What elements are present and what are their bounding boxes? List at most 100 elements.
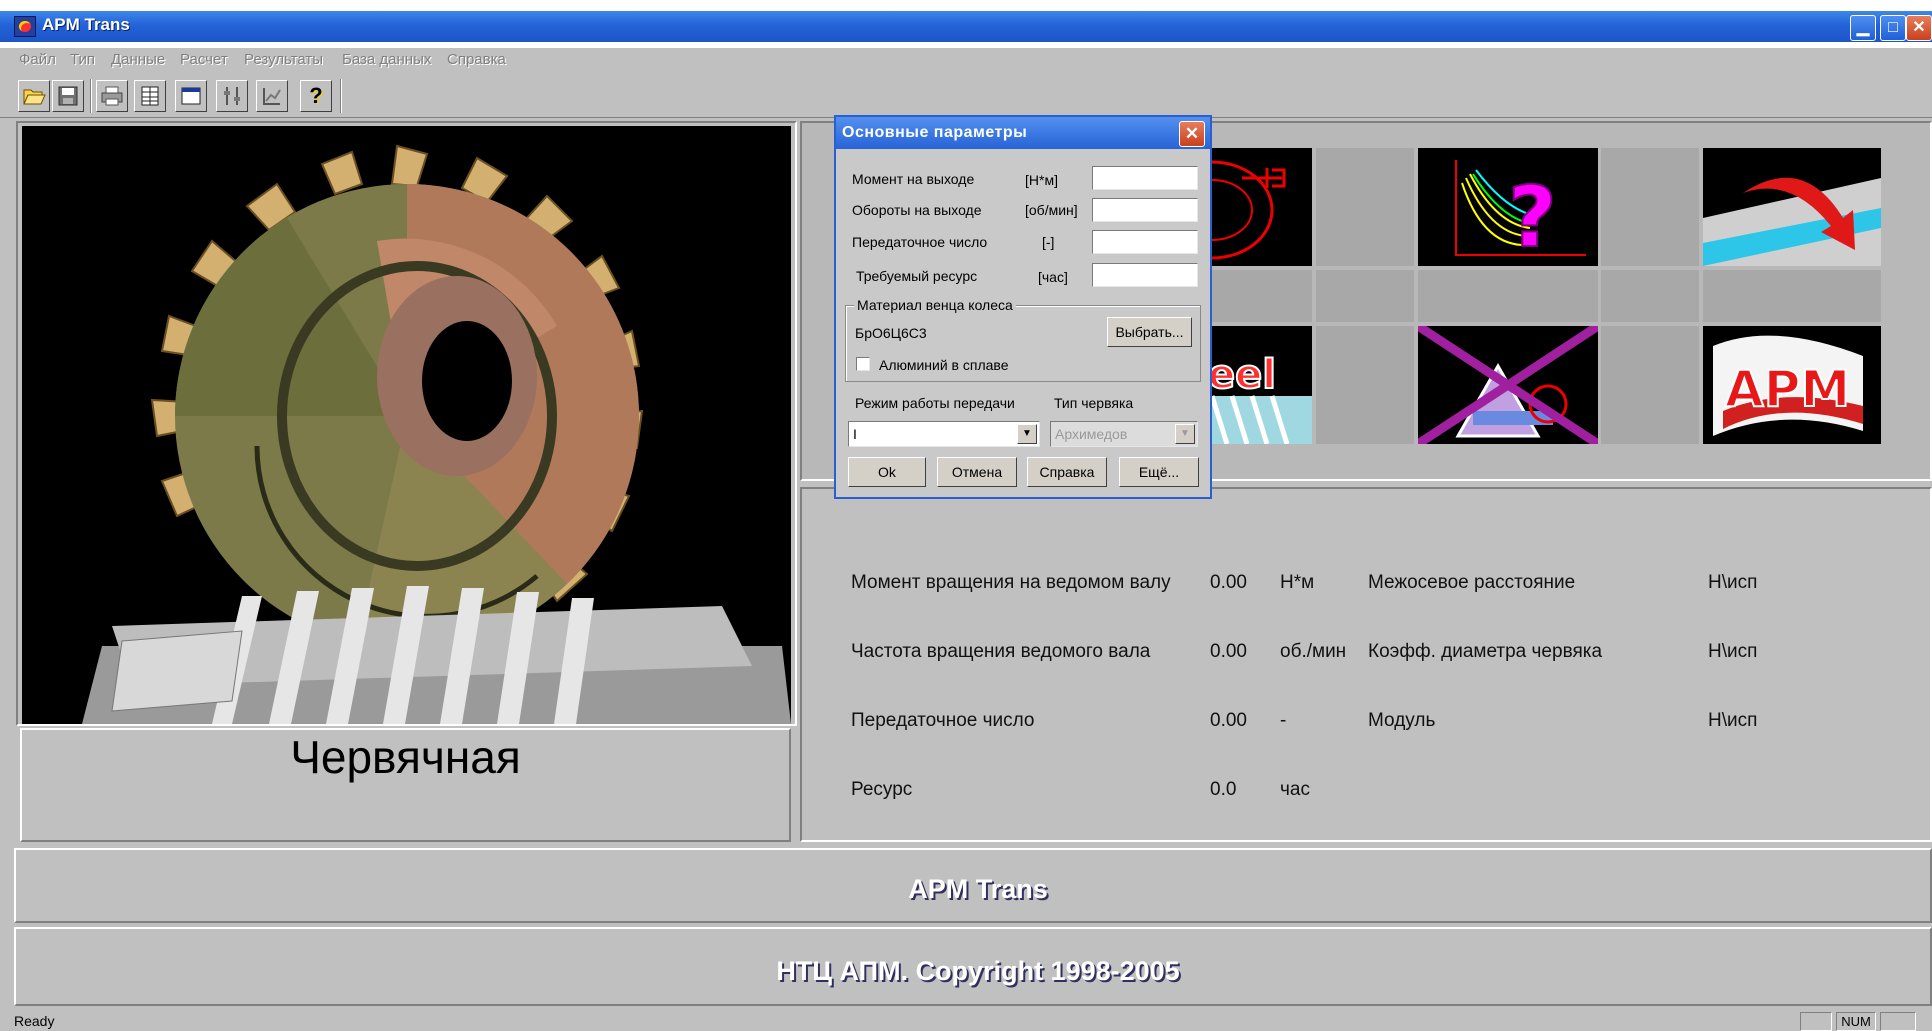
save-icon[interactable] bbox=[52, 80, 84, 112]
footer-app-name: APM Trans bbox=[908, 874, 1048, 904]
result-torque-value: 0.00 bbox=[1210, 572, 1247, 593]
worm-type-select: Архимедов ▼ bbox=[1050, 421, 1198, 447]
steel-thumbnail[interactable]: eel bbox=[1212, 326, 1312, 444]
required-resource-unit: [час] bbox=[1038, 269, 1068, 285]
result-speed-value: 0.00 bbox=[1210, 641, 1247, 662]
wheel-material-value: БрО6Ц6С3 bbox=[855, 325, 927, 341]
window-titlebar[interactable] bbox=[0, 11, 1932, 42]
apm-logo: APM bbox=[1725, 360, 1850, 418]
maximize-button[interactable]: □ bbox=[1880, 15, 1906, 41]
menu-database[interactable]: База данных bbox=[342, 48, 431, 72]
output-speed-label: Обороты на выходе bbox=[852, 202, 982, 218]
steel-logo: eel bbox=[1212, 352, 1276, 398]
chevron-down-icon: ▼ bbox=[1175, 424, 1195, 444]
menu-type[interactable]: Тип bbox=[70, 48, 95, 72]
footer-copyright: НТЦ АПМ. Copyright 1998-2005 bbox=[776, 956, 1180, 986]
menu-file[interactable]: Файл bbox=[19, 48, 56, 72]
print-icon[interactable] bbox=[96, 80, 128, 112]
output-torque-input[interactable] bbox=[1092, 166, 1198, 190]
graph-help-thumbnail[interactable]: ? bbox=[1418, 148, 1598, 266]
gallery-tile bbox=[1212, 270, 1312, 322]
result-resource-unit: час bbox=[1280, 779, 1310, 800]
open-icon[interactable] bbox=[18, 80, 50, 112]
toolbar-separator bbox=[340, 79, 342, 113]
bearing-thumbnail[interactable] bbox=[1703, 148, 1881, 266]
result-center-distance-value: Н\исп bbox=[1708, 572, 1758, 593]
status-text: Ready bbox=[14, 1013, 55, 1029]
data-table-icon[interactable] bbox=[134, 80, 166, 112]
gear-ratio-unit: [-] bbox=[1042, 234, 1055, 250]
help-icon[interactable]: ? bbox=[300, 80, 332, 112]
menu-data[interactable]: Данные bbox=[111, 48, 165, 72]
choose-material-button[interactable]: Выбрать... bbox=[1107, 317, 1192, 347]
wheel-material-group-title: Материал венца колеса bbox=[854, 297, 1016, 313]
required-resource-label: Требуемый ресурс bbox=[856, 268, 978, 284]
aluminum-checkbox-label: Алюминий в сплаве bbox=[879, 357, 1009, 373]
operating-mode-label: Режим работы передачи bbox=[855, 395, 1015, 411]
output-torque-unit: [Н*м] bbox=[1025, 172, 1058, 188]
result-module-value: Н\исп bbox=[1708, 710, 1758, 731]
gallery-tile bbox=[1601, 326, 1699, 444]
gallery-tile bbox=[1316, 270, 1414, 322]
window-icon[interactable] bbox=[175, 80, 207, 112]
more-button[interactable]: Ещё... bbox=[1119, 457, 1199, 487]
menu-calculate[interactable]: Расчет bbox=[180, 48, 228, 72]
worm-gear-image bbox=[22, 126, 791, 724]
status-cell bbox=[1880, 1012, 1916, 1031]
close-window-button[interactable]: ✕ bbox=[1906, 15, 1932, 41]
result-torque-unit: Н*м bbox=[1280, 572, 1315, 593]
results-panel bbox=[800, 487, 1932, 842]
preview-caption: Червячная bbox=[290, 731, 521, 783]
menu-help[interactable]: Справка bbox=[447, 48, 506, 72]
result-ratio-label: Передаточное число bbox=[851, 710, 1035, 731]
gallery-tile bbox=[1316, 148, 1414, 266]
ok-button[interactable]: Ok bbox=[848, 457, 926, 487]
chevron-down-icon[interactable]: ▼ bbox=[1017, 424, 1037, 444]
output-speed-unit: [об/мин] bbox=[1025, 202, 1078, 218]
gallery-tile bbox=[1418, 270, 1598, 322]
dialog-title: Основные параметры bbox=[842, 124, 1028, 141]
result-module-label: Модуль bbox=[1368, 710, 1436, 731]
output-speed-input[interactable] bbox=[1092, 198, 1198, 222]
apm-logo-thumbnail[interactable]: APM bbox=[1703, 326, 1881, 444]
menu-results[interactable]: Результаты bbox=[244, 48, 323, 72]
shaft-thumbnail[interactable] bbox=[1212, 148, 1312, 266]
toolbar bbox=[0, 74, 1932, 118]
app-icon bbox=[14, 16, 36, 37]
status-cell bbox=[1800, 1012, 1832, 1031]
result-speed-unit: об./мин bbox=[1280, 641, 1347, 662]
help-button[interactable]: Справка bbox=[1027, 457, 1107, 487]
result-ratio-unit: - bbox=[1280, 710, 1287, 731]
result-resource-value: 0.0 bbox=[1210, 779, 1237, 800]
sliders-icon[interactable] bbox=[216, 80, 248, 112]
gallery-tile bbox=[1316, 326, 1414, 444]
result-center-distance-label: Межосевое расстояние bbox=[1368, 572, 1576, 593]
required-resource-input[interactable] bbox=[1092, 263, 1198, 287]
result-worm-diameter-value: Н\исп bbox=[1708, 641, 1758, 662]
gallery-tile bbox=[1601, 270, 1699, 322]
operating-mode-select[interactable]: I ▼ bbox=[848, 421, 1040, 447]
gallery-tile bbox=[1703, 270, 1881, 322]
result-speed-label: Частота вращения ведомого вала bbox=[851, 641, 1151, 662]
minimize-button[interactable]: ▁ bbox=[1850, 15, 1876, 41]
chart-icon[interactable] bbox=[256, 80, 288, 112]
status-num-indicator: NUM bbox=[1836, 1012, 1876, 1031]
gear-ratio-input[interactable] bbox=[1092, 230, 1198, 254]
gallery-tile bbox=[1601, 148, 1699, 266]
operating-mode-value: I bbox=[853, 426, 857, 442]
apm-crossed-thumbnail[interactable] bbox=[1418, 326, 1598, 444]
question-mark-icon: ? bbox=[1508, 168, 1557, 266]
aluminum-checkbox[interactable] bbox=[856, 357, 870, 371]
worm-type-value: Архимедов bbox=[1055, 426, 1128, 442]
worm-type-label: Тип червяка bbox=[1054, 395, 1134, 411]
result-ratio-value: 0.00 bbox=[1210, 710, 1247, 731]
dialog-close-button[interactable]: ✕ bbox=[1179, 121, 1205, 147]
result-resource-label: Ресурс bbox=[851, 779, 913, 800]
toolbar-separator bbox=[90, 79, 92, 113]
result-torque-label: Момент вращения на ведомом валу bbox=[851, 572, 1171, 593]
result-worm-diameter-label: Коэфф. диаметра червяка bbox=[1368, 641, 1603, 662]
output-torque-label: Момент на выходе bbox=[852, 171, 975, 187]
cancel-button[interactable]: Отмена bbox=[937, 457, 1017, 487]
gear-ratio-label: Передаточное число bbox=[852, 234, 988, 250]
window-title: APM Trans bbox=[42, 15, 130, 34]
